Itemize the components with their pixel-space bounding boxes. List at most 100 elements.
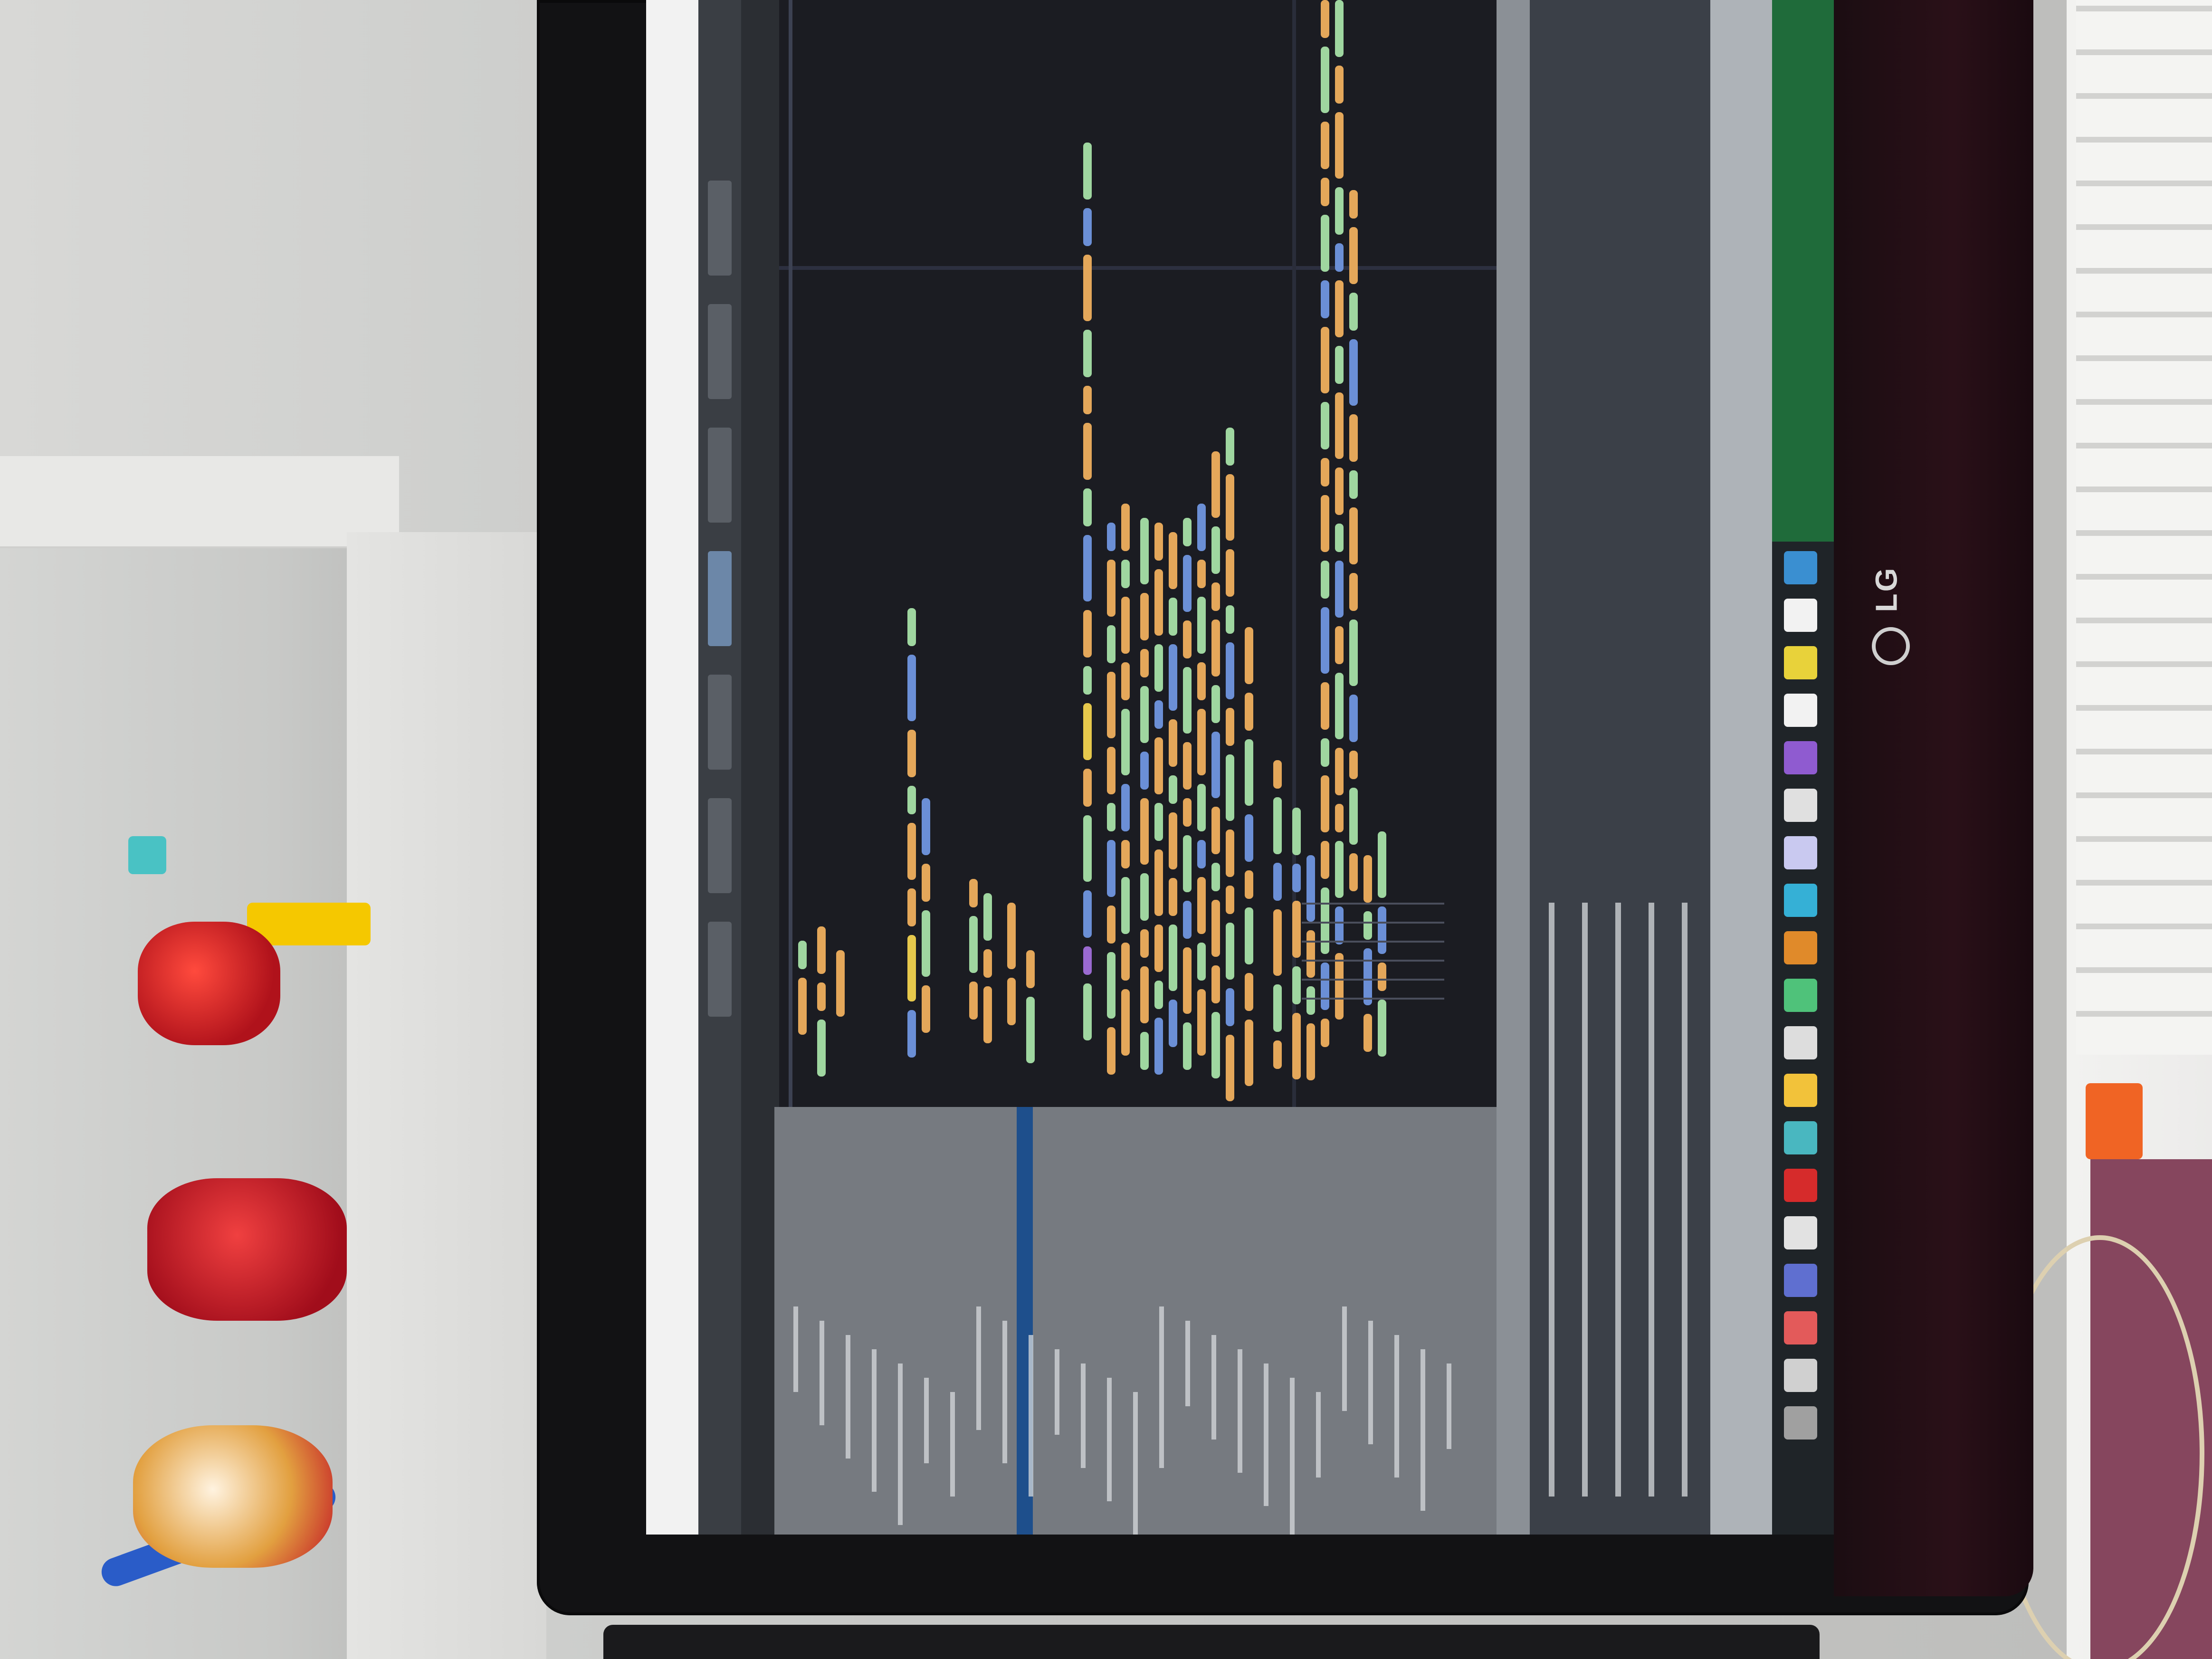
graph-node[interactable] <box>1107 952 1116 1019</box>
graph-node[interactable] <box>1140 752 1149 790</box>
graph-node[interactable] <box>1154 1018 1163 1075</box>
graph-node[interactable] <box>1107 747 1116 794</box>
taskbar-app-icon[interactable] <box>1784 741 1817 774</box>
graph-node[interactable] <box>1007 903 1016 969</box>
graph-node[interactable] <box>1083 208 1092 246</box>
graph-node[interactable] <box>1321 775 1329 832</box>
graph-node[interactable] <box>1140 1032 1149 1070</box>
graph-node[interactable] <box>1321 458 1329 486</box>
graph-node[interactable] <box>1140 966 1149 1023</box>
graph-node[interactable] <box>1121 943 1130 981</box>
tab-item[interactable] <box>708 428 732 523</box>
graph-node[interactable] <box>1107 1027 1116 1075</box>
taskbar-app-icon[interactable] <box>1784 1169 1817 1202</box>
graph-node[interactable] <box>1349 853 1358 891</box>
graph-node[interactable] <box>1026 950 1035 988</box>
graph-node[interactable] <box>1335 112 1344 179</box>
graph-node[interactable] <box>1273 984 1282 1032</box>
tab-item[interactable] <box>708 922 732 1017</box>
graph-node[interactable] <box>1140 593 1149 640</box>
graph-node[interactable] <box>1378 963 1386 991</box>
graph-node[interactable] <box>1169 1000 1177 1047</box>
graph-node[interactable] <box>1273 1040 1282 1069</box>
graph-node[interactable] <box>1245 870 1253 899</box>
graph-node[interactable] <box>1211 685 1220 723</box>
graph-node[interactable] <box>1321 495 1329 552</box>
graph-node[interactable] <box>1245 907 1253 964</box>
taskbar-app-icon[interactable] <box>1784 1406 1817 1440</box>
graph-node[interactable] <box>1335 953 1344 1020</box>
graph-node[interactable] <box>1154 700 1163 729</box>
graph-node[interactable] <box>1335 346 1344 384</box>
graph-node[interactable] <box>1321 841 1329 879</box>
graph-node[interactable] <box>1363 948 1372 1005</box>
graph-node[interactable] <box>1121 877 1130 934</box>
graph-node[interactable] <box>1211 807 1220 854</box>
node-graph-canvas[interactable] <box>779 0 1497 1107</box>
graph-node[interactable] <box>1292 808 1301 855</box>
graph-node[interactable] <box>907 786 916 814</box>
graph-node[interactable] <box>1378 1000 1386 1057</box>
graph-node[interactable] <box>983 893 992 941</box>
graph-node[interactable] <box>1335 561 1344 618</box>
graph-node[interactable] <box>1169 532 1177 589</box>
graph-node[interactable] <box>1335 467 1344 515</box>
graph-node[interactable] <box>1121 560 1130 588</box>
graph-node[interactable] <box>1121 709 1130 775</box>
graph-node[interactable] <box>907 888 916 926</box>
graph-node[interactable] <box>1140 929 1149 958</box>
graph-node[interactable] <box>1140 873 1149 921</box>
graph-node[interactable] <box>1378 906 1386 954</box>
graph-node[interactable] <box>1245 627 1253 684</box>
graph-node[interactable] <box>1349 414 1358 462</box>
graph-node[interactable] <box>1292 1013 1301 1079</box>
graph-node[interactable] <box>1183 742 1192 790</box>
graph-node[interactable] <box>983 986 992 1043</box>
taskbar-app-icon[interactable] <box>1784 884 1817 917</box>
graph-node[interactable] <box>1321 47 1329 113</box>
graph-node[interactable] <box>1245 814 1253 862</box>
graph-node[interactable] <box>1335 804 1344 832</box>
graph-node[interactable] <box>1245 1020 1253 1086</box>
graph-node[interactable] <box>1083 983 1092 1040</box>
graph-node[interactable] <box>907 730 916 777</box>
graph-node[interactable] <box>1107 906 1116 944</box>
graph-node[interactable] <box>922 910 930 977</box>
graph-node[interactable] <box>1211 1012 1220 1078</box>
graph-node[interactable] <box>1349 470 1358 499</box>
graph-node[interactable] <box>1121 840 1130 868</box>
graph-node[interactable] <box>1121 597 1130 654</box>
graph-node[interactable] <box>1226 754 1234 821</box>
graph-node[interactable] <box>1335 626 1344 664</box>
graph-node[interactable] <box>1169 925 1177 991</box>
taskbar-app-icon[interactable] <box>1784 1074 1817 1107</box>
graph-node[interactable] <box>1335 66 1344 104</box>
graph-node[interactable] <box>1306 986 1315 1015</box>
graph-node[interactable] <box>1121 504 1130 551</box>
graph-node[interactable] <box>1154 569 1163 636</box>
graph-node[interactable] <box>1154 925 1163 972</box>
taskbar-app-icon[interactable] <box>1784 1026 1817 1059</box>
graph-node[interactable] <box>1107 803 1116 831</box>
graph-node[interactable] <box>1335 841 1344 898</box>
graph-node[interactable] <box>1083 488 1092 526</box>
taskbar-app-icon[interactable] <box>1784 646 1817 679</box>
graph-node[interactable] <box>1273 909 1282 976</box>
graph-node[interactable] <box>1107 625 1116 663</box>
graph-node[interactable] <box>1363 911 1372 940</box>
taskbar-app-icon[interactable] <box>1784 1121 1817 1154</box>
graph-node[interactable] <box>1026 997 1035 1063</box>
graph-node[interactable] <box>1083 666 1092 695</box>
graph-node[interactable] <box>1183 947 1192 1014</box>
graph-node[interactable] <box>983 949 992 978</box>
graph-node[interactable] <box>1321 215 1329 272</box>
graph-node[interactable] <box>1378 831 1386 898</box>
graph-node[interactable] <box>1183 901 1192 939</box>
graph-node[interactable] <box>1083 386 1092 414</box>
graph-node[interactable] <box>1197 560 1206 588</box>
graph-node[interactable] <box>1349 293 1358 331</box>
taskbar-app-icon[interactable] <box>1784 931 1817 964</box>
graph-node[interactable] <box>1083 143 1092 200</box>
graph-node[interactable] <box>1154 981 1163 1009</box>
graph-node[interactable] <box>1197 597 1206 654</box>
